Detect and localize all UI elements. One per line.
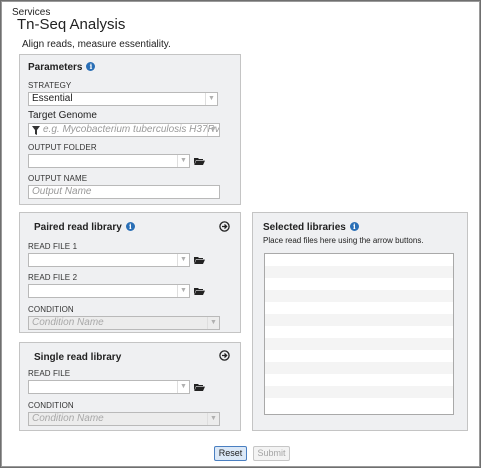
- paired-library-title-text: Paired read library: [34, 222, 122, 233]
- genome-label: Target Genome: [28, 110, 97, 121]
- single-read-file-label: READ FILE: [28, 369, 71, 378]
- library-row: [265, 266, 453, 278]
- filter-icon: [32, 126, 40, 135]
- folder-open-icon[interactable]: [194, 256, 205, 264]
- chevron-down-icon[interactable]: ▼: [207, 413, 219, 425]
- chevron-down-icon[interactable]: ▼: [177, 254, 189, 266]
- reset-button[interactable]: Reset: [214, 446, 247, 461]
- read-file-2-label: READ FILE 2: [28, 273, 78, 282]
- library-row: [265, 398, 453, 410]
- parameters-title: Parameters i: [28, 62, 96, 73]
- output-name-placeholder: Output Name: [32, 186, 92, 197]
- info-icon[interactable]: i: [349, 222, 359, 231]
- folder-open-icon[interactable]: [194, 287, 205, 295]
- parameters-panel: Parameters i STRATEGY Essential ▼ Target …: [19, 54, 241, 205]
- selected-libraries-list[interactable]: [264, 253, 454, 415]
- strategy-value: Essential: [32, 93, 73, 104]
- info-icon[interactable]: i: [125, 222, 135, 231]
- chevron-down-icon[interactable]: ▼: [207, 124, 219, 136]
- add-paired-arrow-icon[interactable]: [219, 221, 230, 232]
- add-single-arrow-icon[interactable]: [219, 350, 230, 361]
- single-read-file-select[interactable]: ▼: [28, 380, 190, 394]
- selected-libraries-title: Selected libraries i: [263, 222, 359, 233]
- paired-condition-label: CONDITION: [28, 305, 74, 314]
- selected-libraries-hint: Place read files here using the arrow bu…: [263, 236, 424, 245]
- library-row: [265, 350, 453, 362]
- read-file-2-select[interactable]: ▼: [28, 284, 190, 298]
- library-row: [265, 302, 453, 314]
- output-name-label: OUTPUT NAME: [28, 174, 88, 183]
- library-row: [265, 290, 453, 302]
- chevron-down-icon[interactable]: ▼: [177, 155, 189, 167]
- output-folder-select[interactable]: ▼: [28, 154, 190, 168]
- single-library-panel: Single read library READ FILE ▼ CONDITIO…: [19, 342, 241, 431]
- paired-library-panel: Paired read library i READ FILE 1 ▼ READ …: [19, 212, 241, 333]
- output-name-input[interactable]: Output Name: [28, 185, 220, 199]
- page-title: Tn-Seq Analysis: [17, 16, 126, 33]
- library-row: [265, 374, 453, 386]
- chevron-down-icon[interactable]: ▼: [177, 285, 189, 297]
- app-window: Services Tn-Seq Analysis Align reads, me…: [1, 1, 480, 467]
- folder-open-icon[interactable]: [194, 383, 205, 391]
- read-file-1-label: READ FILE 1: [28, 242, 78, 251]
- library-row: [265, 278, 453, 290]
- library-row: [265, 254, 453, 266]
- library-row: [265, 386, 453, 398]
- paired-condition-select[interactable]: Condition Name ▼: [28, 316, 220, 330]
- submit-button[interactable]: Submit: [253, 446, 290, 461]
- single-condition-label: CONDITION: [28, 401, 74, 410]
- selected-libraries-panel: Selected libraries i Place read files her…: [252, 212, 468, 431]
- single-library-title: Single read library: [34, 352, 122, 363]
- selected-libraries-title-text: Selected libraries: [263, 222, 346, 233]
- folder-open-icon[interactable]: [194, 157, 205, 165]
- library-row: [265, 362, 453, 374]
- library-row: [265, 326, 453, 338]
- output-folder-label: OUTPUT FOLDER: [28, 143, 97, 152]
- strategy-select[interactable]: Essential ▼: [28, 92, 218, 106]
- single-condition-placeholder: Condition Name: [32, 413, 104, 424]
- library-row: [265, 314, 453, 326]
- strategy-label: STRATEGY: [28, 81, 72, 90]
- read-file-1-select[interactable]: ▼: [28, 253, 190, 267]
- paired-library-title: Paired read library i: [34, 222, 135, 233]
- info-icon[interactable]: i: [86, 62, 96, 71]
- paired-condition-placeholder: Condition Name: [32, 317, 104, 328]
- genome-select[interactable]: e.g. Mycobacterium tuberculosis H37Rv ▼: [28, 123, 220, 137]
- parameters-title-text: Parameters: [28, 62, 83, 73]
- single-condition-select[interactable]: Condition Name ▼: [28, 412, 220, 426]
- chevron-down-icon[interactable]: ▼: [177, 381, 189, 393]
- genome-placeholder: e.g. Mycobacterium tuberculosis H37Rv: [43, 124, 220, 135]
- page-description: Align reads, measure essentiality.: [22, 39, 171, 50]
- chevron-down-icon[interactable]: ▼: [205, 93, 217, 105]
- chevron-down-icon[interactable]: ▼: [207, 317, 219, 329]
- library-row: [265, 338, 453, 350]
